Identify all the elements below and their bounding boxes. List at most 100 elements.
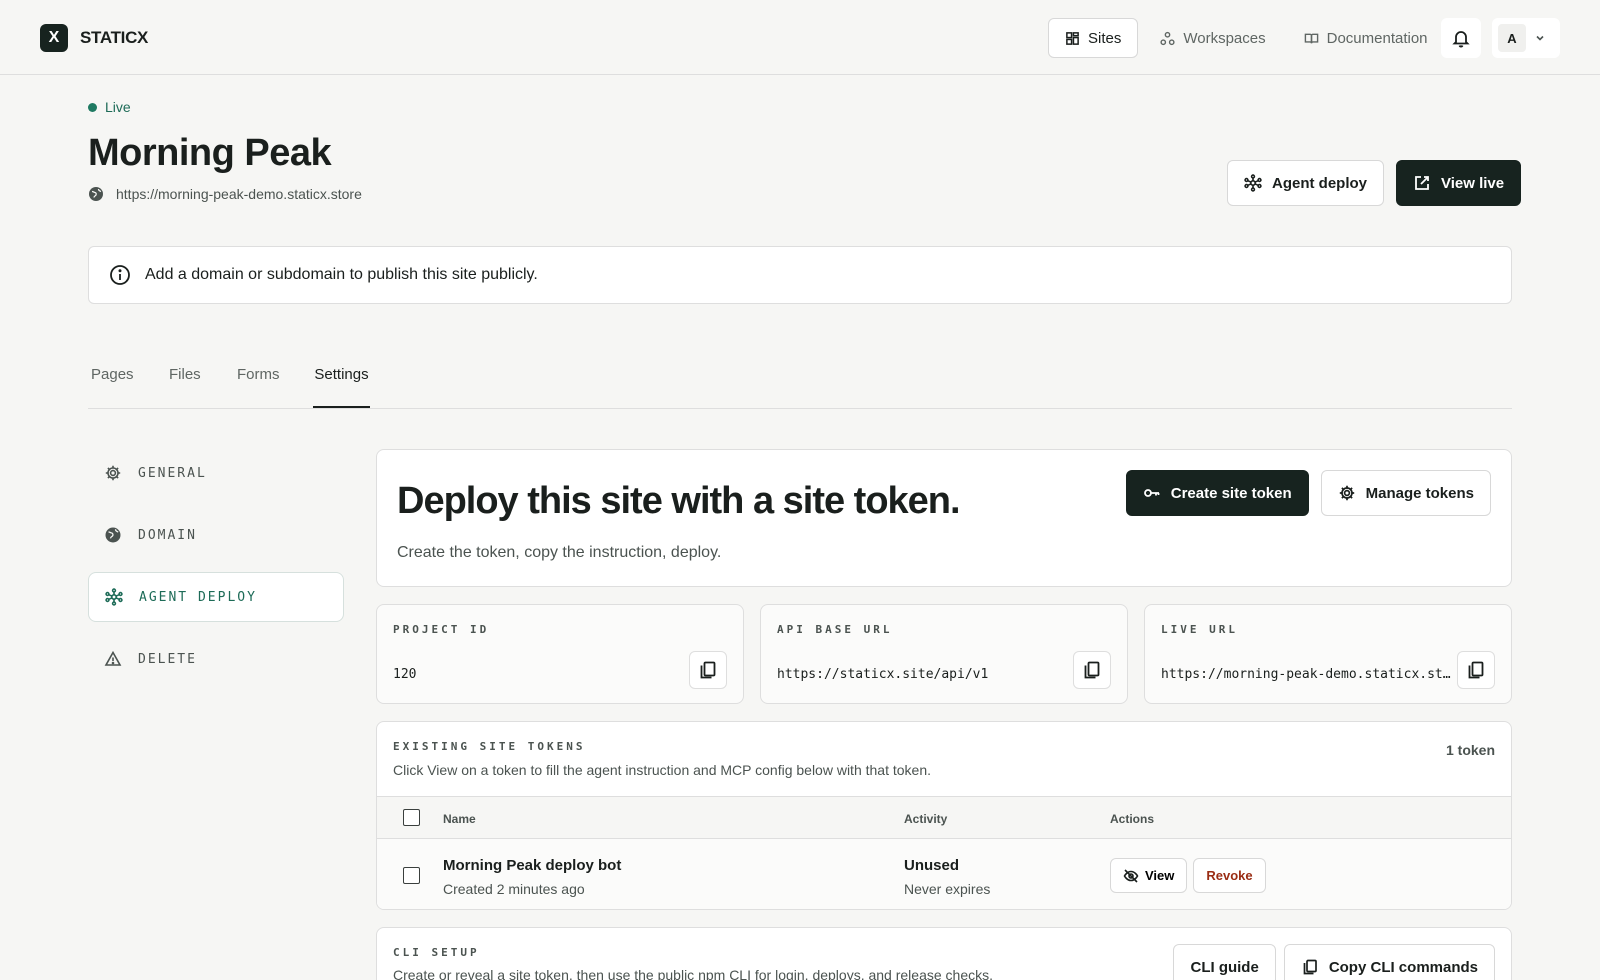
network-icon — [105, 588, 123, 606]
domain-notice: Add a domain or subdomain to publish thi… — [88, 246, 1512, 304]
info-icon — [110, 265, 130, 285]
bell-icon — [1452, 31, 1470, 48]
live-url-card: LIVE URL https://morning-peak-demo.stati… — [1144, 604, 1512, 704]
brand-logo: X — [40, 24, 68, 52]
copy-live-url-button[interactable] — [1457, 651, 1495, 689]
notifications-button[interactable] — [1441, 18, 1481, 58]
page-title: Morning Peak — [88, 132, 332, 174]
view-live-button[interactable]: View live — [1396, 160, 1522, 206]
brand-name: STATICX — [80, 28, 149, 47]
eye-off-icon — [1123, 868, 1139, 883]
tab-pages[interactable]: Pages — [91, 366, 134, 408]
settings-sidebar: GENERAL DOMAIN AGENT DEPLOY DELETE — [88, 448, 344, 696]
sidebar-item-label: DOMAIN — [138, 527, 197, 543]
deploy-hero-card: Deploy this site with a site token. Crea… — [376, 449, 1512, 587]
book-icon — [1304, 33, 1318, 43]
table-row: Morning Peak deploy bot Created 2 minute… — [377, 839, 1511, 909]
copy-icon — [1303, 959, 1317, 975]
sidebar-item-label: AGENT DEPLOY — [139, 589, 257, 605]
chevron-down-icon — [1536, 35, 1544, 41]
column-name: Name — [443, 812, 476, 826]
user-menu[interactable]: A — [1492, 18, 1560, 58]
column-activity: Activity — [904, 812, 948, 826]
project-id-label: PROJECT ID — [393, 623, 490, 636]
revoke-token-button[interactable]: Revoke — [1193, 858, 1266, 893]
api-base-url-card: API BASE URL https://staticx.site/api/v1 — [760, 604, 1128, 704]
site-url: https://morning-peak-demo.staticx.store — [88, 186, 362, 202]
column-actions: Actions — [1110, 812, 1155, 826]
tokens-help-text: Click View on a token to fill the agent … — [393, 762, 932, 778]
site-url-text[interactable]: https://morning-peak-demo.staticx.store — [116, 186, 362, 202]
existing-tokens-card: EXISTING SITE TOKENS Click View on a tok… — [376, 721, 1512, 910]
view-live-label: View live — [1441, 174, 1505, 192]
sidebar-item-general[interactable]: GENERAL — [88, 448, 344, 498]
live-url-label: LIVE URL — [1161, 623, 1238, 636]
manage-tokens-button[interactable]: Manage tokens — [1320, 470, 1491, 516]
notice-text: Add a domain or subdomain to publish thi… — [145, 266, 538, 283]
key-icon — [1143, 489, 1160, 497]
row-checkbox[interactable] — [403, 867, 420, 884]
project-id-card: PROJECT ID 120 — [376, 604, 744, 704]
tokens-section-label: EXISTING SITE TOKENS — [393, 740, 586, 753]
nav-workspaces[interactable]: Workspaces — [1144, 18, 1281, 58]
select-all-checkbox[interactable] — [403, 809, 420, 826]
project-id-value: 120 — [393, 667, 417, 682]
copy-cli-label: Copy CLI commands — [1328, 958, 1478, 976]
nav-workspaces-label: Workspaces — [1183, 29, 1266, 47]
cli-actions: CLI guide Copy CLI commands — [1173, 944, 1495, 980]
site-tabs: Pages Files Forms Settings — [88, 352, 1512, 409]
gear-icon — [1339, 485, 1354, 501]
copy-icon — [1468, 661, 1484, 679]
copy-api-base-url-button[interactable] — [1073, 651, 1111, 689]
sidebar-item-label: GENERAL — [138, 465, 207, 481]
sidebar-item-agent-deploy[interactable]: AGENT DEPLOY — [88, 572, 344, 622]
sidebar-item-domain[interactable]: DOMAIN — [88, 510, 344, 560]
tab-settings[interactable]: Settings — [313, 366, 370, 408]
agent-deploy-button[interactable]: Agent deploy — [1227, 160, 1385, 206]
cli-guide-label: CLI guide — [1190, 958, 1259, 976]
gear-icon — [105, 465, 121, 481]
nav-documentation-label: Documentation — [1326, 29, 1428, 47]
copy-icon — [700, 661, 716, 679]
tab-forms[interactable]: Forms — [237, 366, 280, 408]
tab-files[interactable]: Files — [169, 366, 201, 408]
warning-icon — [104, 650, 122, 666]
header-actions: Agent deploy View live — [1227, 160, 1522, 206]
status-dot — [88, 102, 97, 112]
hero-title: Deploy this site with a site token. — [397, 480, 961, 522]
agent-deploy-label: Agent deploy — [1272, 174, 1368, 192]
sidebar-item-label: DELETE — [138, 651, 197, 667]
sidebar-item-delete[interactable]: DELETE — [88, 634, 344, 684]
cli-help-text: Create or reveal a site token, then use … — [393, 967, 994, 980]
create-site-token-button[interactable]: Create site token — [1125, 470, 1309, 516]
view-token-label: View — [1145, 868, 1175, 883]
brand[interactable]: X STATICX — [40, 24, 148, 52]
tokens-count: 1 token — [1445, 742, 1495, 758]
workspaces-icon — [1160, 31, 1175, 45]
nav-documentation[interactable]: Documentation — [1288, 18, 1444, 58]
copy-project-id-button[interactable] — [689, 651, 727, 689]
grid-icon — [1066, 31, 1079, 45]
status-label: Live — [105, 99, 131, 115]
token-created: Created 2 minutes ago — [443, 881, 585, 897]
top-navigation: X STATICX Sites Workspaces Documentation… — [0, 0, 1600, 75]
cli-setup-card: CLI SETUP Create or reveal a site token,… — [376, 927, 1512, 980]
live-url-value: https://morning-peak-demo.staticx.store — [1161, 667, 1451, 682]
copy-cli-commands-button[interactable]: Copy CLI commands — [1283, 944, 1495, 980]
tokens-table-header: Name Activity Actions — [377, 796, 1511, 839]
view-token-button[interactable]: View — [1110, 858, 1188, 893]
hero-actions: Create site token Manage tokens — [1125, 470, 1491, 516]
create-token-label: Create site token — [1170, 484, 1292, 502]
network-icon — [1244, 174, 1262, 192]
manage-tokens-label: Manage tokens — [1365, 484, 1474, 502]
nav-sites[interactable]: Sites — [1048, 18, 1139, 58]
nav-sites-label: Sites — [1088, 29, 1122, 47]
api-base-url-label: API BASE URL — [777, 623, 893, 636]
api-base-url-value: https://staticx.site/api/v1 — [777, 667, 989, 682]
token-expiry: Never expires — [904, 881, 991, 897]
globe-icon — [89, 187, 103, 201]
globe-icon — [105, 527, 121, 543]
cli-guide-button[interactable]: CLI guide — [1173, 944, 1276, 980]
copy-icon — [1084, 661, 1100, 679]
main-nav: Sites Workspaces Documentation — [1048, 18, 1444, 58]
